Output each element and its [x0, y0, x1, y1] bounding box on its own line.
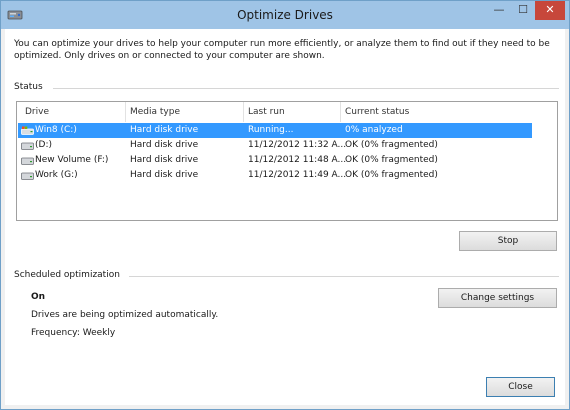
last-run: 11/12/2012 11:49 A...: [248, 170, 347, 180]
status-section-label: Status: [14, 82, 43, 92]
intro-text: You can optimize your drives to help you…: [14, 39, 550, 61]
column-header-current-status[interactable]: Current status: [345, 107, 409, 117]
media-type: Hard disk drive: [130, 155, 199, 165]
column-header-media-type[interactable]: Media type: [130, 107, 180, 117]
title-bar[interactable]: Optimize Drives — ☐ ✕: [1, 1, 569, 29]
change-settings-button[interactable]: Change settings: [438, 288, 557, 308]
last-run: Running...: [248, 125, 294, 135]
column-divider[interactable]: [243, 102, 244, 122]
scheduled-divider: [129, 276, 559, 277]
column-header-drive[interactable]: Drive: [25, 107, 49, 117]
close-icon: ✕: [545, 3, 555, 16]
media-type: Hard disk drive: [130, 170, 199, 180]
drive-name: Work (G:): [35, 170, 78, 180]
drive-icon: [21, 142, 34, 150]
current-status: OK (0% fragmented): [345, 170, 438, 180]
last-run: 11/12/2012 11:32 A...: [248, 140, 347, 150]
drive-row-c[interactable]: Win8 (C:) Hard disk drive Running... 0% …: [18, 123, 532, 138]
last-run: 11/12/2012 11:48 A...: [248, 155, 347, 165]
column-divider[interactable]: [340, 102, 341, 122]
drive-row-d[interactable]: (D:) Hard disk drive 11/12/2012 11:32 A.…: [18, 138, 532, 153]
drive-name: New Volume (F:): [35, 155, 109, 165]
drive-name: Win8 (C:): [35, 125, 77, 135]
column-header-last-run[interactable]: Last run: [248, 107, 285, 117]
current-status: OK (0% fragmented): [345, 155, 438, 165]
drive-row-g[interactable]: Work (G:) Hard disk drive 11/12/2012 11:…: [18, 168, 532, 183]
scheduled-section-label: Scheduled optimization: [14, 270, 120, 280]
schedule-frequency: Frequency: Weekly: [31, 328, 116, 338]
minimize-button[interactable]: —: [487, 1, 511, 20]
schedule-state: On: [31, 292, 46, 302]
stop-button[interactable]: Stop: [459, 231, 557, 251]
schedule-description: Drives are being optimized automatically…: [31, 310, 219, 320]
drive-icon: [21, 157, 34, 165]
drives-list[interactable]: Drive Media type Last run Current status…: [16, 101, 558, 221]
minimize-icon: —: [493, 3, 505, 16]
current-status: 0% analyzed: [345, 125, 403, 135]
dialog-content: You can optimize your drives to help you…: [5, 29, 565, 405]
system-drive-icon: [21, 126, 34, 135]
drive-name: (D:): [35, 140, 52, 150]
maximize-button[interactable]: ☐: [511, 1, 535, 20]
current-status: OK (0% fragmented): [345, 140, 438, 150]
column-divider[interactable]: [125, 102, 126, 122]
drive-icon: [21, 172, 34, 180]
media-type: Hard disk drive: [130, 125, 199, 135]
window-title: Optimize Drives: [237, 8, 333, 22]
media-type: Hard disk drive: [130, 140, 199, 150]
close-window-button[interactable]: ✕: [535, 1, 565, 20]
maximize-icon: ☐: [518, 3, 528, 16]
status-divider: [53, 88, 559, 89]
drive-row-f[interactable]: New Volume (F:) Hard disk drive 11/12/20…: [18, 153, 532, 168]
close-button[interactable]: Close: [486, 377, 555, 397]
optimize-drives-window: Optimize Drives — ☐ ✕ You can optimize y…: [0, 0, 570, 410]
